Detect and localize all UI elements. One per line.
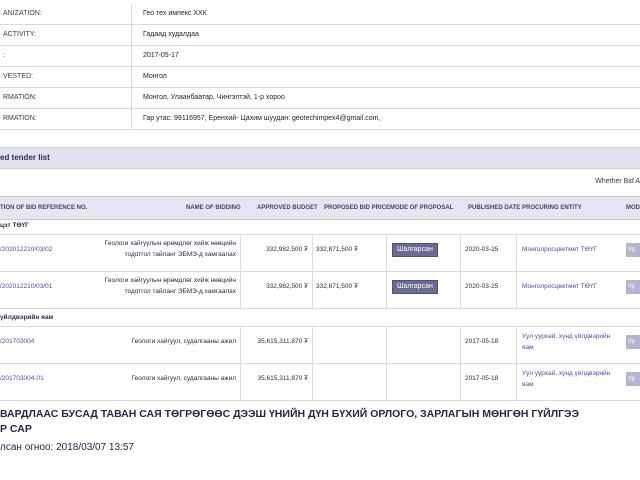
bidding-name: Геологи хайгуул, судалгааны ажил	[131, 338, 236, 345]
section-title: ed tender list	[0, 153, 50, 162]
transactions-month: Р САР	[0, 423, 32, 435]
modify-button[interactable]: Ур	[626, 243, 640, 257]
info-value: Монгол, Улаанбаатар, Чингэлтэй, 1-р хоро…	[143, 94, 285, 101]
status-badge: Шалгарсан	[392, 280, 438, 294]
info-row-contact: RMATION: Гар утас: 99116957, Еренхий- Ца…	[0, 109, 640, 130]
modify-button[interactable]: Ур	[626, 335, 640, 349]
column-divider	[516, 272, 517, 308]
col-published-date[interactable]: PUBLISHED DATE	[468, 197, 520, 219]
bid-reference-link[interactable]: /202012210/03/02	[0, 246, 52, 253]
col-mode-of-proposal[interactable]: MODE OF PROPOSAL	[390, 197, 453, 219]
column-divider	[516, 327, 517, 363]
column-divider	[312, 235, 313, 271]
info-value: Гар утас: 99116957, Еренхий- Цахим шууда…	[143, 115, 381, 122]
published-date: 2017-05-18	[465, 375, 499, 382]
column-divider	[240, 364, 241, 400]
info-value: Монгол	[143, 73, 167, 80]
col-procuring-entity[interactable]: PROCURING ENTITY	[522, 197, 582, 219]
published-date: 2017-05-18	[465, 338, 499, 345]
table-row[interactable]: /202012210/03/02 Геологи хайгуулын өрөмд…	[0, 235, 640, 272]
table-row[interactable]: /201703004-01 Геологи хайгуул, судалгаан…	[0, 364, 640, 401]
column-divider	[386, 364, 387, 400]
column-divider	[516, 235, 517, 271]
bidding-name: Геологи хайгуулын өрөмдлөг хийж нөөцийн	[104, 240, 236, 247]
info-value: Гео тех импекс ХХК	[143, 10, 207, 17]
column-divider	[460, 235, 461, 271]
published-date: 2020-03-25	[465, 246, 499, 253]
procuring-entity-link[interactable]: Монголросцветмет ТӨҮГ	[522, 246, 597, 253]
bidding-name: Геологи хайгуулын өрөмдлөг хийж нөөцийн	[104, 277, 236, 284]
bidding-name-cont: тодотгол тайланг ЭБМЭ-д хамгаалах	[124, 288, 236, 295]
status-badge: Шалгарсан	[392, 243, 438, 257]
bid-filter-label[interactable]: Whether Bid A	[595, 178, 640, 185]
info-label: ANIZATION:	[0, 4, 132, 24]
info-label: VESTED:	[0, 67, 132, 87]
group-title: цэт ТӨҮГ	[0, 222, 29, 229]
approved-budget: 332,982,500 ₮	[266, 283, 308, 290]
info-label: RMATION:	[0, 88, 132, 108]
column-divider	[386, 327, 387, 363]
table-row[interactable]: /201703004 Геологи хайгуул, судалгааны а…	[0, 327, 640, 364]
column-divider	[460, 272, 461, 308]
col-proposed-price[interactable]: PROPOSED BID PRICE	[324, 197, 390, 219]
procuring-entity-link[interactable]: Уул уурхай, хүнд үйлдвэрийн	[522, 370, 610, 377]
info-label: ACTIVITY:	[0, 25, 132, 45]
bid-reference-link[interactable]: /201703004	[0, 338, 34, 345]
column-divider	[460, 327, 461, 363]
info-label: RMATION:	[0, 109, 132, 129]
column-divider	[312, 364, 313, 400]
column-divider	[312, 272, 313, 308]
info-label: :	[0, 46, 132, 66]
bidding-name-cont: тодотгол тайланг ЭБМЭ-д хамгаалах	[124, 251, 236, 258]
col-bid-reference[interactable]: TION OF BID REFERENCE NO.	[0, 197, 87, 219]
col-approved-budget[interactable]: APPROVED BUDGET	[257, 197, 318, 219]
column-divider	[460, 364, 461, 400]
info-row-activity: ACTIVITY: Гадаад худалдаа	[0, 25, 640, 46]
bid-reference-link[interactable]: /201703004-01	[0, 375, 44, 382]
proposed-price: 332,871,500 ₮	[316, 246, 358, 253]
column-divider	[240, 327, 241, 363]
info-value: 2017-05-17	[143, 52, 179, 59]
info-row-organization: ANIZATION: Гео тех импекс ХХК	[0, 4, 640, 25]
info-row-address: RMATION: Монгол, Улаанбаатар, Чингэлтэй,…	[0, 88, 640, 109]
group-row: үйлдвэрийн яам	[0, 310, 640, 327]
column-divider	[240, 272, 241, 308]
info-row-date: : 2017-05-17	[0, 46, 640, 67]
column-divider	[516, 364, 517, 400]
published-date: 2020-03-25	[465, 283, 499, 290]
column-divider	[312, 327, 313, 363]
col-bidding-name[interactable]: NAME OF BIDDING	[186, 197, 241, 219]
modify-button[interactable]: Ур	[626, 372, 640, 386]
bidding-name: Геологи хайгуул, судалгааны ажил	[131, 375, 236, 382]
info-value: Гадаад худалдаа	[143, 31, 199, 38]
procuring-entity-link[interactable]: Уул уурхай, хүнд үйлдвэрийн	[522, 333, 610, 340]
tender-list-header: ed tender list	[0, 147, 640, 169]
approved-budget: 35,615,311,870 ₮	[257, 338, 308, 345]
column-divider	[386, 235, 387, 271]
column-divider	[386, 272, 387, 308]
info-row-invested: VESTED: Монгол	[0, 67, 640, 88]
group-title: үйлдвэрийн яам	[0, 314, 54, 321]
procuring-entity-link-cont[interactable]: яам	[522, 344, 534, 351]
approved-budget: 332,982,500 ₮	[266, 246, 308, 253]
transactions-heading: ВАРДЛААС БУСАД ТАВАН САЯ ТӨГРӨГӨӨС ДЭЭШ …	[0, 408, 579, 420]
col-modify[interactable]: MODI	[626, 197, 640, 219]
approved-budget: 35,615,311,870 ₮	[257, 375, 308, 382]
table-row[interactable]: /202012210/03/01 Геологи хайгуулын өрөмд…	[0, 272, 640, 309]
modify-button[interactable]: Ур	[626, 280, 640, 294]
procuring-entity-link-cont[interactable]: яам	[522, 381, 534, 388]
bid-reference-link[interactable]: /202012210/03/01	[0, 283, 52, 290]
group-row: цэт ТӨҮГ	[0, 218, 640, 235]
proposed-price: 332,871,500 ₮	[316, 283, 358, 290]
tender-table-header: TION OF BID REFERENCE NO. NAME OF BIDDIN…	[0, 196, 640, 220]
procuring-entity-link[interactable]: Монголросцветмет ТӨҮГ	[522, 283, 597, 290]
updated-date: лсан огноо: 2018/03/07 13:57	[0, 442, 134, 453]
column-divider	[240, 235, 241, 271]
